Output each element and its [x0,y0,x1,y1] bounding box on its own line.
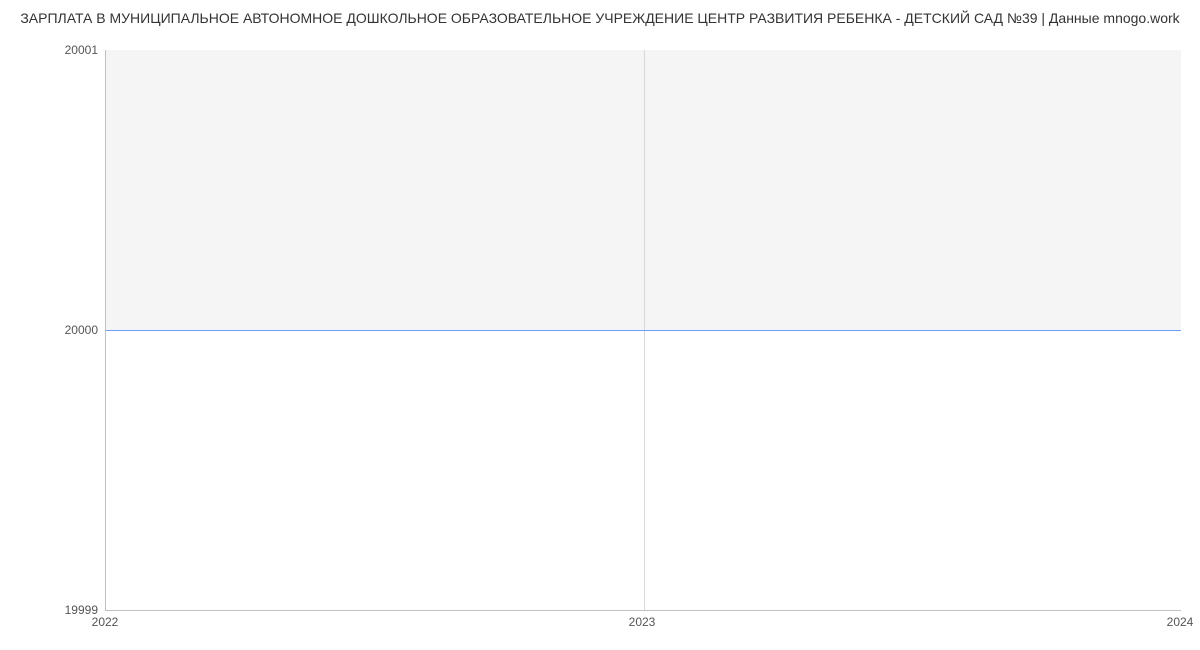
y-tick-label: 20000 [8,323,98,337]
chart-title: ЗАРПЛАТА В МУНИЦИПАЛЬНОЕ АВТОНОМНОЕ ДОШК… [0,10,1200,26]
y-tick-label: 20001 [8,43,98,57]
x-tick-label: 2024 [1167,615,1194,629]
series-line [106,330,1181,331]
y-tick-label: 19999 [8,603,98,617]
x-tick-label: 2022 [92,615,119,629]
chart-container: ЗАРПЛАТА В МУНИЦИПАЛЬНОЕ АВТОНОМНОЕ ДОШК… [0,0,1200,650]
x-tick-label: 2023 [629,615,656,629]
plot-area [105,50,1181,611]
